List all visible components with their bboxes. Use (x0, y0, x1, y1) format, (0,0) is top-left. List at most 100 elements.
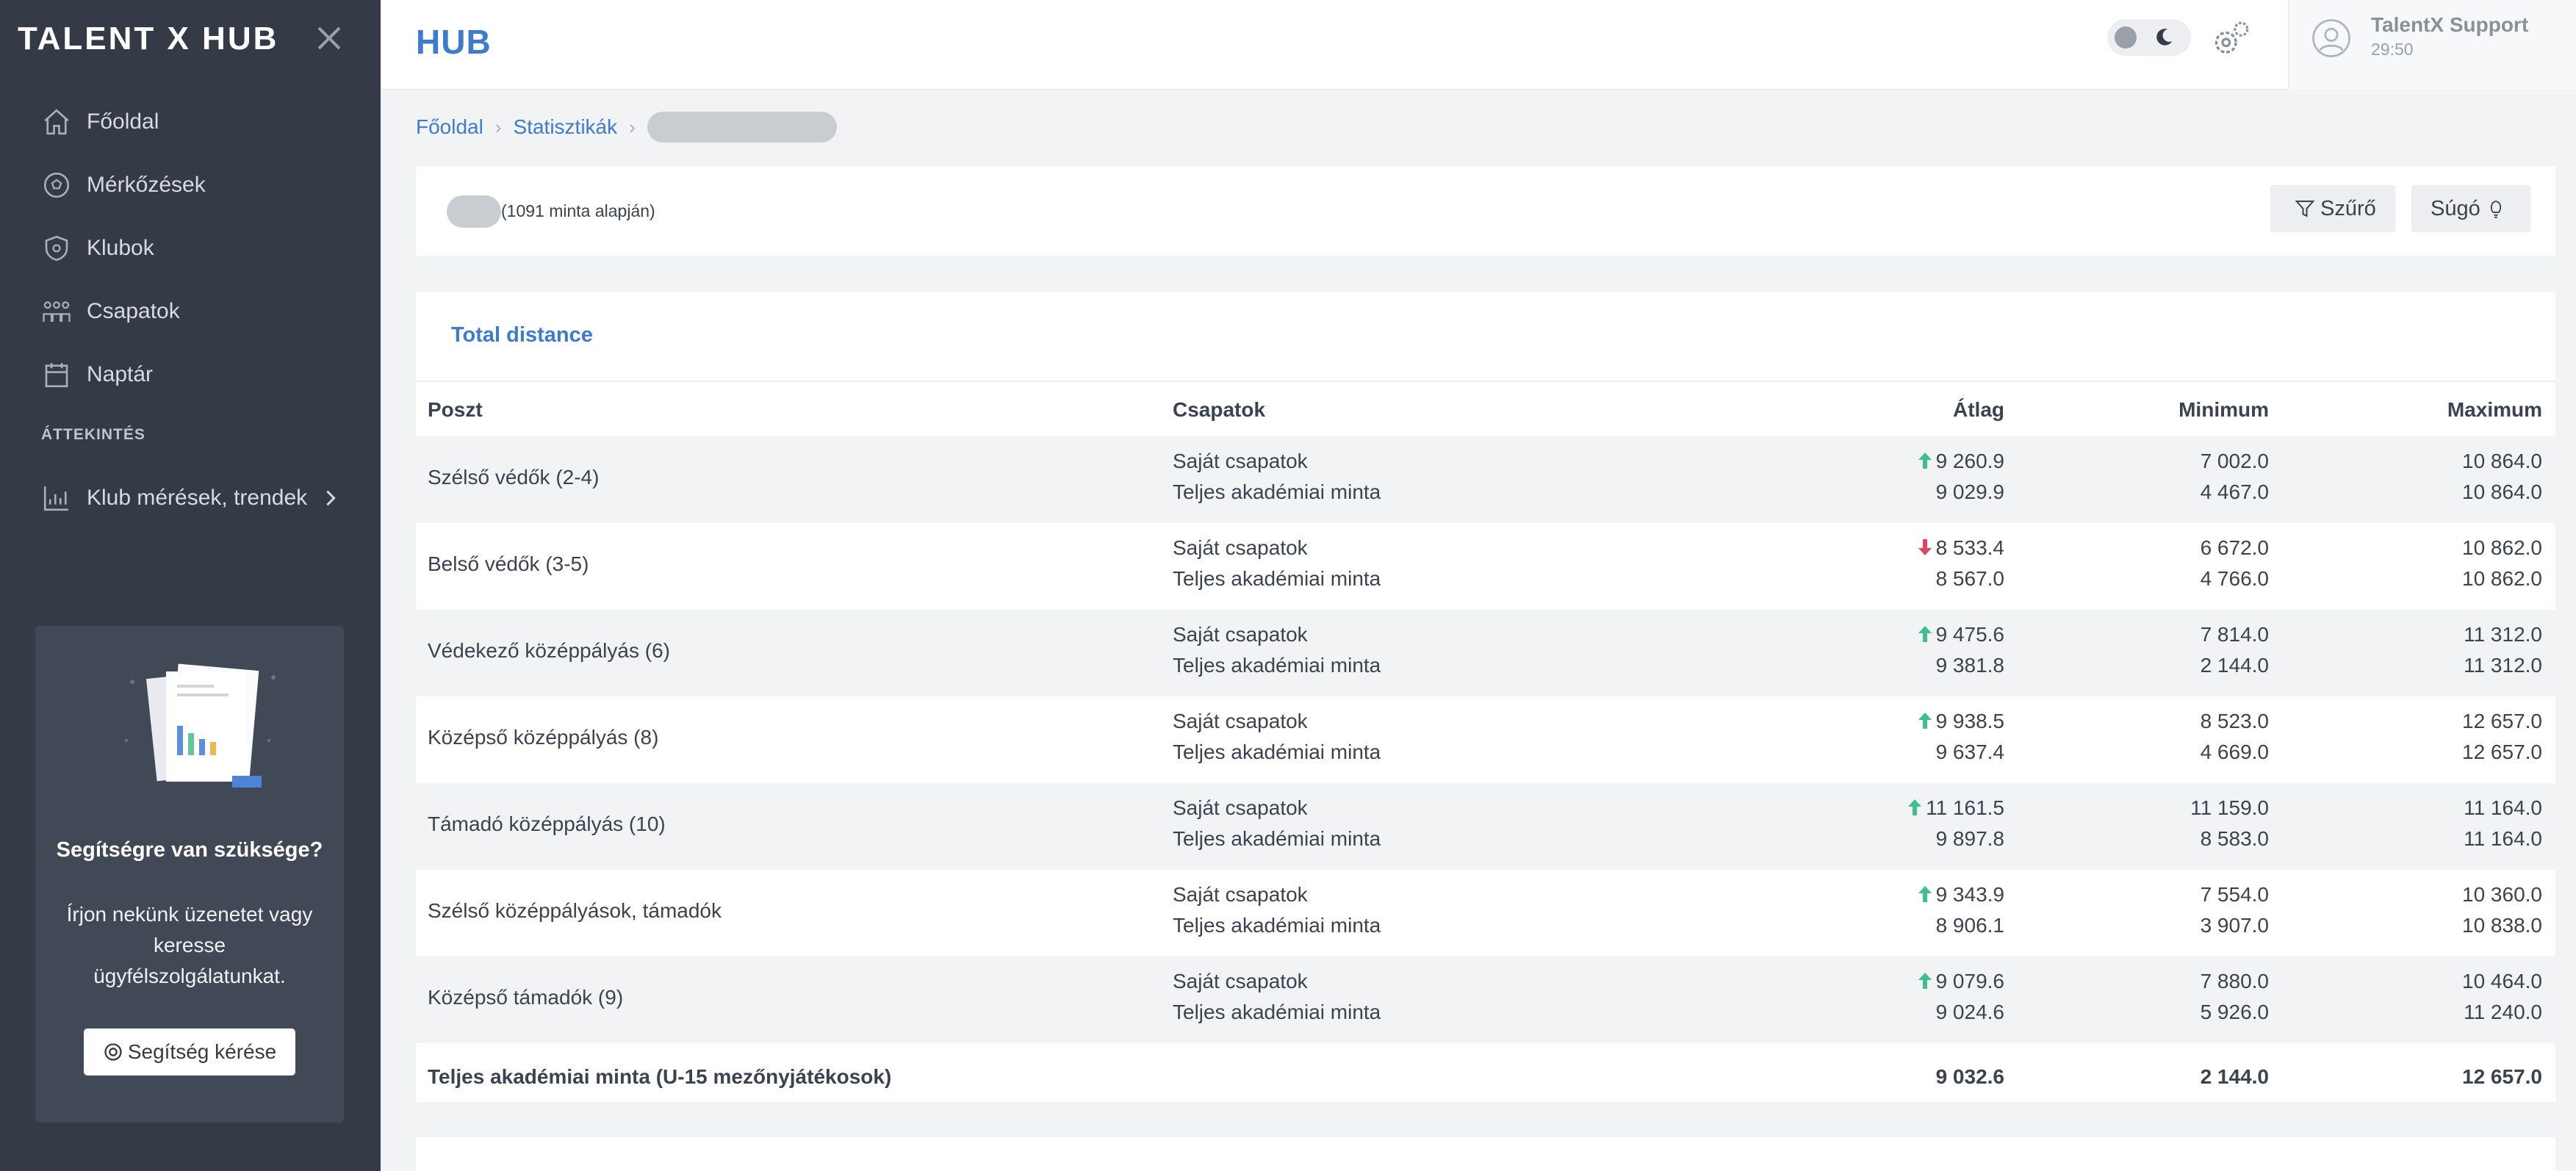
nav-label: Csapatok (87, 299, 180, 323)
breadcrumb-current-placeholder (647, 112, 837, 143)
total-row: Teljes akadémiai minta (U-15 mezőnyjáték… (416, 1049, 2555, 1102)
nav-item-teams[interactable]: Csapatok (41, 289, 180, 334)
lifebuoy-icon (104, 1043, 122, 1061)
own-average-value: 9 260.9 (1935, 450, 2004, 472)
own-average-value: 9 475.6 (1935, 623, 2004, 646)
nav-item-clubs[interactable]: Klubok (41, 226, 154, 270)
own-minimum: 7 880.0 (2200, 970, 2269, 992)
own-minimum: 6 672.0 (2200, 536, 2269, 559)
team-label-own: Saját csapatok (1173, 796, 1308, 819)
team-label-own: Saját csapatok (1173, 536, 1308, 559)
team-label-own: Saját csapatok (1173, 450, 1308, 472)
help-label: Súgó (2431, 196, 2480, 220)
all-minimum: 4 467.0 (2200, 480, 2269, 503)
own-minimum: 8 523.0 (2200, 710, 2269, 732)
funnel-icon (2295, 201, 2315, 217)
documents-illustration-icon (125, 663, 276, 788)
top-header: HUB TalentX Support 29:50 (381, 0, 2576, 90)
team-label-all: Teljes akadémiai minta (1173, 654, 1381, 677)
help-text: Írjon nekünk üzenetet vagy keresse ügyfé… (66, 903, 313, 987)
user-menu[interactable]: TalentX Support 29:50 (2288, 0, 2576, 90)
theme-toggle[interactable] (2107, 19, 2191, 56)
help-button[interactable]: Súgó (2411, 185, 2530, 232)
table-title: Total distance (451, 323, 593, 347)
own-maximum: 10 464.0 (2462, 970, 2542, 992)
sample-size-text: (1091 minta alapján) (501, 201, 655, 220)
close-icon (317, 26, 341, 50)
team-label-all: Teljes akadémiai minta (1173, 480, 1381, 503)
nav-item-home[interactable]: Főoldal (41, 100, 159, 144)
arrow-up-icon (1918, 973, 1932, 989)
nav-item-club-measurements[interactable]: Klub mérések, trendek (41, 476, 356, 520)
nav-label: Mérkőzések (87, 173, 206, 197)
moon-icon (2156, 29, 2173, 46)
shield-icon (45, 235, 68, 262)
position-label: Belső védők (3-5) (428, 552, 589, 575)
table-row: Szélső középpályások, támadók Saját csapa… (416, 870, 2555, 956)
own-maximum: 11 312.0 (2464, 623, 2542, 646)
all-minimum: 3 907.0 (2200, 914, 2269, 937)
nav-label: Naptár (87, 362, 154, 386)
arrow-up-icon (1918, 453, 1932, 469)
nav-item-calendar[interactable]: Naptár (41, 353, 153, 397)
request-help-button[interactable]: Segítség kérése (84, 1028, 295, 1075)
own-minimum: 7 554.0 (2200, 883, 2269, 906)
gear-icon[interactable] (2210, 18, 2253, 60)
own-average: 9 343.9 (1784, 883, 2004, 907)
breadcrumb-home[interactable]: Főoldal (416, 115, 483, 139)
all-maximum: 11 312.0 (2464, 654, 2542, 677)
own-average: 9 079.6 (1784, 970, 2004, 993)
close-sidebar-button[interactable] (312, 21, 347, 56)
total-minimum: 2 144.0 (2200, 1065, 2269, 1088)
all-average: 9 637.4 (1935, 741, 2004, 763)
position-label: Védekező középpályás (6) (428, 639, 670, 662)
breadcrumb: Főoldal › Statisztikák › (416, 112, 837, 143)
own-average-value: 9 938.5 (1935, 710, 2004, 732)
table-header: Poszt Csapatok Átlag Minimum Maximum (416, 381, 2555, 436)
total-average: 9 032.6 (1935, 1065, 2004, 1088)
home-icon (44, 109, 69, 135)
breadcrumb-statistics[interactable]: Statisztikák (514, 115, 618, 139)
all-minimum: 4 669.0 (2200, 741, 2269, 763)
user-name: TalentX Support (2371, 13, 2529, 36)
arrow-up-icon (1918, 886, 1932, 902)
own-maximum: 10 862.0 (2462, 536, 2542, 559)
arrow-down-icon (1918, 539, 1932, 555)
talentx-hub-logo[interactable]: TALENT X HUB (18, 21, 278, 57)
avatar-icon (2312, 19, 2350, 57)
own-maximum: 10 360.0 (2462, 883, 2542, 906)
own-average-value: 11 161.5 (1926, 796, 2004, 819)
all-minimum: 4 766.0 (2200, 567, 2269, 590)
sample-badge (447, 195, 501, 228)
own-maximum: 11 164.0 (2464, 796, 2542, 819)
header-teams: Csapatok (1173, 398, 1266, 421)
breadcrumb-separator: › (629, 115, 636, 138)
filter-button[interactable]: Szűrő (2270, 185, 2395, 232)
arrow-up-icon (1908, 799, 1922, 815)
ball-icon (43, 172, 70, 198)
nav-item-matches[interactable]: Mérkőzések (41, 163, 206, 207)
all-maximum: 10 862.0 (2462, 567, 2542, 590)
arrow-up-icon (1918, 626, 1932, 642)
position-label: Szélső védők (2-4) (428, 466, 600, 489)
own-minimum: 7 814.0 (2200, 623, 2269, 646)
own-average: 11 161.5 (1784, 796, 2004, 820)
sidebar: TALENT X HUB Főoldal Mérkőzések Klubok C… (0, 0, 381, 1171)
all-minimum: 5 926.0 (2200, 1001, 2269, 1023)
table-row: Támadó középpályás (10) Saját csapatok Tel… (416, 783, 2555, 870)
nav-label: Főoldal (87, 109, 159, 134)
all-maximum: 10 838.0 (2462, 914, 2542, 937)
table-row: Belső védők (3-5) Saját csapatok Teljes ak… (416, 523, 2555, 610)
calendar-icon (45, 363, 68, 388)
all-minimum: 8 583.0 (2200, 827, 2269, 850)
all-average: 8 906.1 (1935, 914, 2004, 937)
team-label-own: Saját csapatok (1173, 970, 1308, 992)
bar-chart-icon (43, 486, 68, 511)
total-label: Teljes akadémiai minta (U-15 mezőnyjáték… (428, 1065, 892, 1088)
help-card: Segítségre van szüksége? Írjon nekünk üz… (35, 626, 344, 1123)
hub-logo[interactable]: HUB (416, 22, 492, 62)
team-label-own: Saját csapatok (1173, 710, 1308, 732)
team-label-all: Teljes akadémiai minta (1173, 741, 1381, 763)
own-maximum: 10 864.0 (2462, 450, 2542, 472)
team-icon (43, 301, 71, 322)
